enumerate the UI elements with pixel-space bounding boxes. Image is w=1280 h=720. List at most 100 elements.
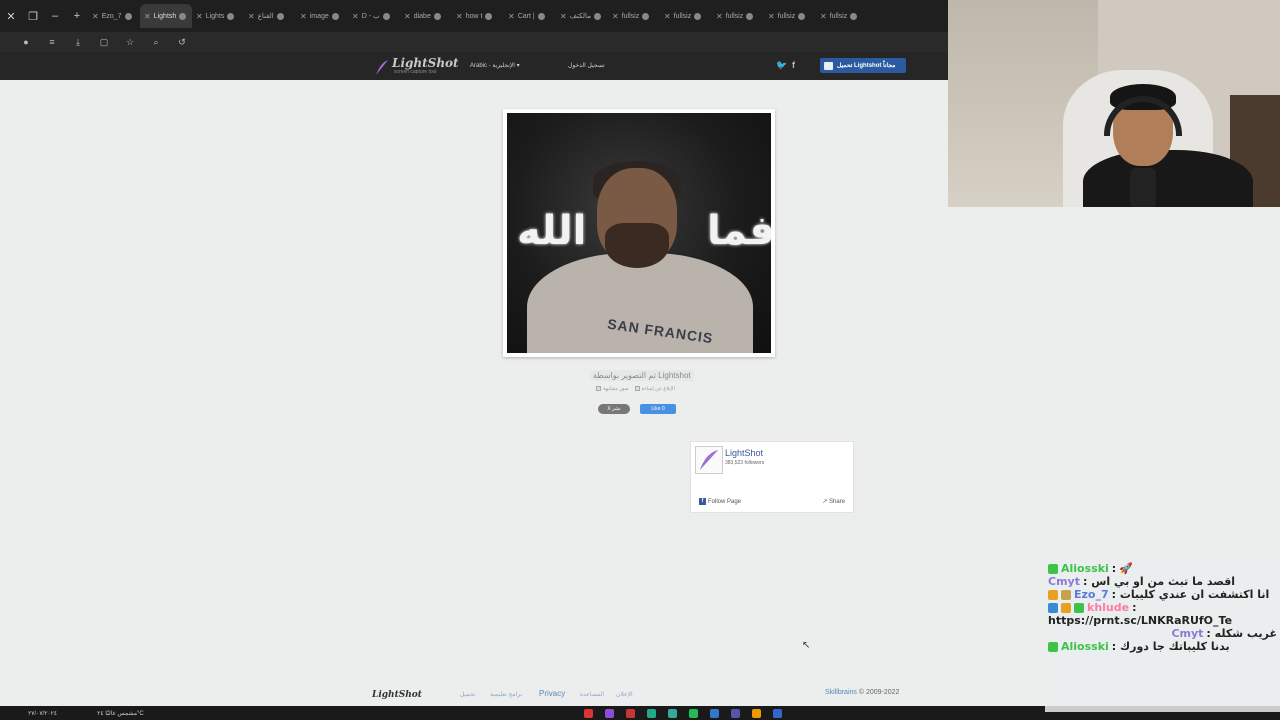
browser-tab[interactable]: ✕ fullsiz [608, 4, 660, 28]
mouse-cursor-icon: ↖ [802, 640, 811, 651]
extensions-icon[interactable]: ▢ [98, 37, 110, 48]
close-tab-icon[interactable]: ✕ [404, 12, 411, 21]
footer-logo[interactable]: LightShot [372, 690, 422, 700]
download-icon [824, 61, 833, 70]
browser-tab[interactable]: ✕ how t [452, 4, 504, 28]
facebook-icon[interactable]: f [792, 60, 795, 70]
footer-link-tutorials[interactable]: برامج تعليمية [490, 691, 522, 698]
report-abuse-link[interactable]: الإبلاغ عن إساءة [634, 386, 675, 392]
share-label: Share [828, 499, 845, 505]
app-icon[interactable] [667, 708, 677, 718]
profile-icon[interactable]: ● [20, 37, 32, 47]
tab-label: image [309, 12, 329, 20]
chat-user: Aliosski [1061, 640, 1109, 653]
similar-images-link[interactable]: صور مشابهة [596, 386, 629, 392]
company-link[interactable]: Skillbrains [825, 689, 857, 696]
chat-text: : اقصد ما تبث من او بي اس [1082, 575, 1236, 588]
browser-tab[interactable]: ✕ image [296, 4, 348, 28]
app-icon[interactable] [751, 708, 761, 718]
app-icon[interactable] [730, 708, 740, 718]
language-select[interactable]: Arabic - الإنجليزية ▾ [470, 62, 520, 69]
browser-tab[interactable]: ✕ Lightsh [140, 4, 192, 28]
close-tab-icon[interactable]: ✕ [664, 12, 671, 21]
browser-tab[interactable]: ✕ fullsiz [712, 4, 764, 28]
chat-message: khlude : [1045, 601, 1280, 614]
close-tab-icon[interactable]: ✕ [300, 12, 307, 21]
favicon-icon [124, 12, 132, 20]
page-avatar[interactable] [695, 446, 723, 474]
close-tab-icon[interactable]: ✕ [716, 12, 723, 21]
favicon-icon [276, 12, 284, 20]
download-lightshot-button[interactable]: تحميل Lightshot مجاناً [820, 58, 906, 73]
facebook-page-widget: LightShot 383,523 followers f Follow Pag… [690, 441, 854, 513]
browser-tab[interactable]: ✕ Cart | [504, 4, 556, 28]
login-link[interactable]: تسجيل الدخول [568, 62, 605, 69]
share-x-button[interactable]: X نشر [598, 404, 630, 414]
browser-tab[interactable]: ✕ مالكتف [556, 4, 608, 28]
chat-message: Cmyt : اقصد ما تبث من او بي اس [1045, 575, 1280, 588]
follow-page-button[interactable]: f Follow Page [699, 498, 741, 505]
browser-tab[interactable]: ✕ Ezo_7 [88, 4, 140, 28]
bookmark-star-icon[interactable]: ☆ [124, 37, 136, 48]
page-name[interactable]: LightShot [725, 448, 763, 458]
twitter-icon[interactable]: 🐦 [776, 60, 787, 71]
tab-label: diabe [413, 12, 431, 20]
close-tab-icon[interactable]: ✕ [560, 12, 567, 21]
app-icon[interactable] [583, 708, 593, 718]
minimize-icon[interactable]: – [44, 10, 66, 22]
close-tab-icon[interactable]: ✕ [508, 12, 515, 21]
browser-tab[interactable]: ✕ القناع [244, 4, 296, 28]
close-tab-icon[interactable]: ✕ [196, 12, 203, 21]
browser-tab[interactable]: ✕ diabe [400, 4, 452, 28]
taskbar-weather[interactable]: مشمس غالبًا ٢٤°C [97, 710, 144, 717]
app-icon[interactable] [688, 708, 698, 718]
download-icon[interactable]: ⤓ [72, 37, 84, 48]
chat-message: Cmyt : غريب شكله [1045, 627, 1280, 640]
app-icon[interactable] [604, 708, 614, 718]
footer-link-download[interactable]: تحميل [460, 691, 475, 698]
restore-icon[interactable]: ❐ [22, 10, 44, 23]
footer-link-privacy[interactable]: Privacy [539, 689, 565, 698]
close-tab-icon[interactable]: ✕ [144, 12, 151, 21]
browser-tab[interactable]: ✕ fullsiz [660, 4, 712, 28]
browser-tab[interactable]: ✕ fullsiz [816, 4, 868, 28]
overlay-text-right: فما [707, 208, 771, 254]
favicon-icon [227, 12, 235, 20]
share-button[interactable]: ↗ Share [822, 498, 845, 505]
checkbox-icon [634, 386, 640, 392]
footer-link-help[interactable]: المساعدة [580, 691, 604, 698]
new-tab-icon[interactable]: + [66, 10, 88, 22]
close-tab-icon[interactable]: ✕ [456, 12, 463, 21]
close-tab-icon[interactable]: ✕ [612, 12, 619, 21]
browser-tab[interactable]: ✕ D - ب [348, 4, 400, 28]
overlay-text-left: الله [517, 208, 587, 254]
close-window-icon[interactable]: ✕ [0, 10, 22, 23]
app-icon[interactable] [646, 708, 656, 718]
reader-icon[interactable]: ≡ [46, 37, 58, 47]
footer-link-ads[interactable]: الإعلان [616, 691, 633, 698]
facebook-like-button[interactable]: Like 0 [640, 404, 676, 414]
chat-link[interactable]: https://prnt.sc/LNKRaRUfO_Te [1045, 614, 1280, 627]
app-icon[interactable] [709, 708, 719, 718]
follow-label: Follow Page [708, 498, 742, 505]
badge-icon [1048, 602, 1058, 613]
screenshot-frame[interactable]: SAN FRANCIS الله فما [503, 109, 775, 357]
favicon-icon [382, 12, 390, 20]
browser-tab[interactable]: ✕ Lights [192, 4, 244, 28]
zoom-icon[interactable]: ⌕ [150, 37, 162, 48]
favicon-icon [798, 12, 806, 20]
app-icon[interactable] [772, 708, 782, 718]
checkbox-icon [596, 386, 601, 392]
facebook-icon: f [699, 498, 706, 505]
favicon-icon [593, 12, 601, 20]
report-row: صور مشابهة الإبلاغ عن إساءة [596, 386, 675, 392]
close-tab-icon[interactable]: ✕ [820, 12, 827, 21]
close-tab-icon[interactable]: ✕ [92, 12, 99, 21]
close-tab-icon[interactable]: ✕ [768, 12, 775, 21]
close-tab-icon[interactable]: ✕ [248, 12, 255, 21]
browser-tab[interactable]: ✕ fullsiz [764, 4, 816, 28]
close-tab-icon[interactable]: ✕ [352, 12, 359, 21]
lightshot-logo[interactable]: LightShot screen capture tool [372, 56, 459, 75]
history-icon[interactable]: ↺ [176, 37, 188, 48]
app-icon[interactable] [625, 708, 635, 718]
